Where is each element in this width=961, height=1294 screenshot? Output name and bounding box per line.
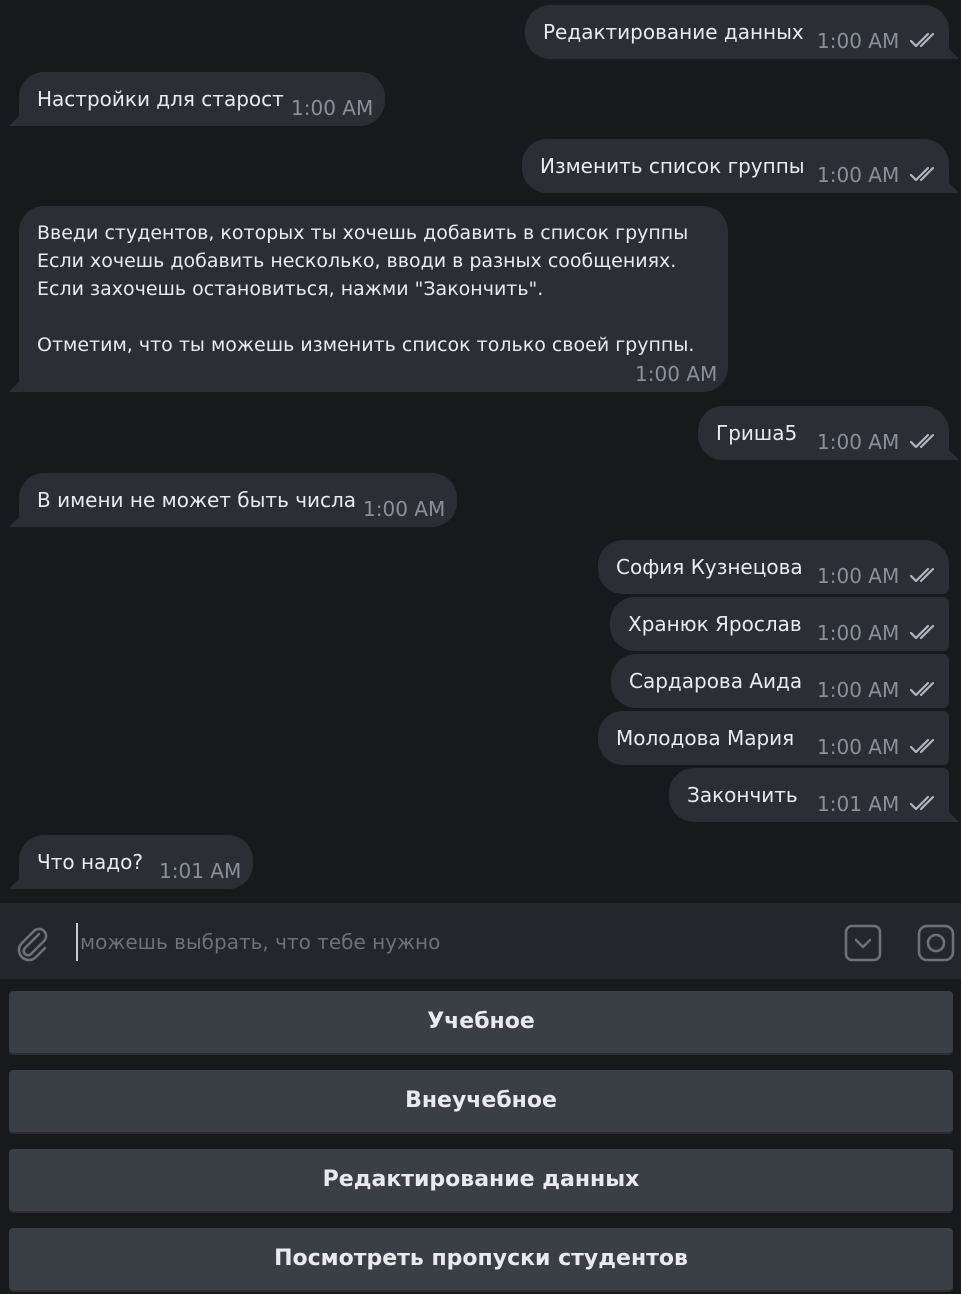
message-incoming[interactable]: Что надо? 1:01 AM (19, 835, 253, 889)
sticker-icon[interactable] (916, 923, 956, 963)
message-time: 1:00 AM (817, 430, 900, 454)
message-text: Настройки для старост (37, 87, 284, 111)
message-time: 1:00 AM (817, 163, 900, 187)
message-outgoing[interactable]: Сардарова Аида 1:00 AM (611, 654, 949, 708)
message-text: В имени не может быть числа (37, 488, 357, 512)
paperclip-icon[interactable] (12, 923, 52, 963)
keyboard-button-extracurricular[interactable]: Внеучебное (9, 1070, 953, 1132)
message-text: Хранюк Ярослав (628, 612, 802, 636)
message-time: 1:00 AM (363, 497, 446, 521)
double-check-icon (909, 566, 941, 584)
message-time: 1:00 AM (817, 564, 900, 588)
message-outgoing[interactable]: София Кузнецова 1:00 AM (598, 540, 949, 594)
double-check-icon (909, 623, 941, 641)
message-text: Что надо? (37, 850, 143, 874)
message-outgoing[interactable]: Гриша5 1:00 AM (698, 406, 949, 460)
message-incoming[interactable]: В имени не может быть числа 1:00 AM (19, 473, 457, 527)
keyboard-button-study[interactable]: Учебное (9, 991, 953, 1053)
double-check-icon (909, 794, 941, 812)
double-check-icon (909, 432, 941, 450)
message-time: 1:00 AM (817, 621, 900, 645)
message-time: 1:00 AM (817, 735, 900, 759)
reply-keyboard: Учебное Внеучебное Редактирование данных… (0, 979, 961, 1294)
message-time: 1:00 AM (817, 678, 900, 702)
message-text: Введи студентов, которых ты хочешь добав… (37, 222, 695, 356)
chat-history: Редактирование данных 1:00 AM Настройки … (0, 0, 961, 903)
message-outgoing[interactable]: Хранюк Ярослав 1:00 AM (610, 597, 949, 651)
message-text: Закончить (687, 783, 798, 807)
message-time: 1:01 AM (817, 792, 900, 816)
message-text: Изменить список группы (540, 154, 805, 178)
message-text: Сардарова Аида (629, 669, 803, 693)
message-time: 1:01 AM (159, 859, 242, 883)
message-composer (0, 903, 961, 979)
message-outgoing[interactable]: Редактирование данных 1:00 AM (525, 5, 949, 59)
message-time: 1:00 AM (291, 96, 374, 120)
double-check-icon (909, 737, 941, 755)
message-outgoing[interactable]: Закончить 1:01 AM (669, 768, 949, 822)
message-time: 1:00 AM (817, 29, 900, 53)
keyboard-button-view-absences[interactable]: Посмотреть пропуски студентов (9, 1228, 953, 1290)
message-text: Редактирование данных (543, 20, 804, 44)
keyboard-toggle-icon[interactable] (843, 923, 883, 963)
message-incoming[interactable]: Настройки для старост 1:00 AM (19, 72, 385, 126)
message-text: Гриша5 (716, 421, 798, 445)
double-check-icon (909, 680, 941, 698)
message-time: 1:00 AM (635, 362, 718, 386)
message-text: София Кузнецова (616, 555, 803, 579)
message-outgoing[interactable]: Молодова Мария 1:00 AM (598, 711, 949, 765)
double-check-icon (909, 165, 941, 183)
message-input[interactable] (76, 923, 822, 961)
message-incoming[interactable]: Введи студентов, которых ты хочешь добав… (19, 206, 728, 392)
keyboard-button-edit-data[interactable]: Редактирование данных (9, 1149, 953, 1211)
message-outgoing[interactable]: Изменить список группы 1:00 AM (522, 139, 949, 193)
message-text: Молодова Мария (616, 726, 795, 750)
double-check-icon (909, 31, 941, 49)
